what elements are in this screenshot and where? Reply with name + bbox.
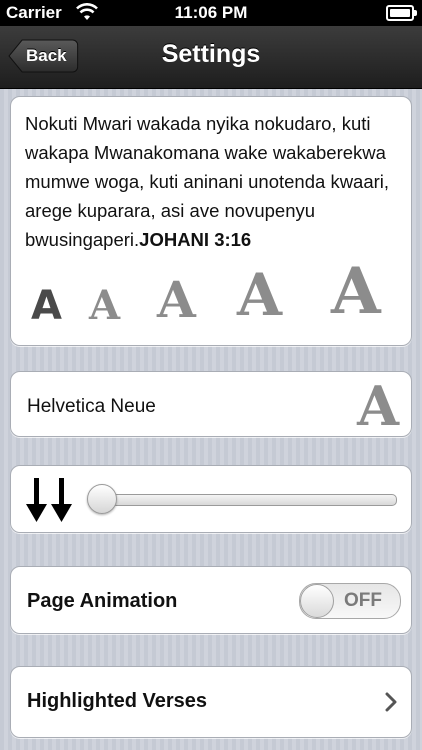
page-animation-row: Page Animation OFF [10,566,412,634]
status-bar: Carrier 11:06 PM [0,0,422,26]
font-selector[interactable]: Helvetica Neue A [10,371,412,438]
font-size-options: A A A A A [11,254,411,337]
scroll-speed-card [10,465,412,533]
scroll-speed-slider-thumb[interactable] [87,484,117,514]
double-down-arrow-icon [26,478,72,522]
battery-fill [390,9,410,17]
verse-reference: JOHANI 3:16 [139,229,252,250]
font-size-option-1[interactable]: A [31,283,62,329]
verse-preview-card: Nokuti Mwari wakada nyika nokudaro, kuti… [10,96,412,346]
font-size-option-4[interactable]: A [237,261,282,329]
page-animation-toggle[interactable]: OFF [299,583,401,619]
battery-icon [386,5,417,21]
toggle-knob [300,584,334,618]
page-animation-label: Page Animation [27,590,178,612]
chevron-right-icon [385,692,397,712]
verse-preview: Nokuti Mwari wakada nyika nokudaro, kuti… [25,109,399,254]
scroll-speed-slider[interactable] [95,494,397,506]
font-size-option-3[interactable]: A [157,270,196,329]
font-size-option-5[interactable]: A [331,254,381,329]
navigation-bar: Back Settings [0,26,422,89]
toggle-state-label: OFF [344,590,382,611]
highlighted-verses-label: Highlighted Verses [27,690,208,712]
highlighted-verses-row[interactable]: Highlighted Verses [10,666,412,738]
status-time: 11:06 PM [174,3,248,22]
page-title: Settings [161,40,261,68]
font-preview-glyph: A [357,374,399,438]
font-size-option-2[interactable]: A [89,282,120,329]
font-name: Helvetica Neue [27,396,156,417]
